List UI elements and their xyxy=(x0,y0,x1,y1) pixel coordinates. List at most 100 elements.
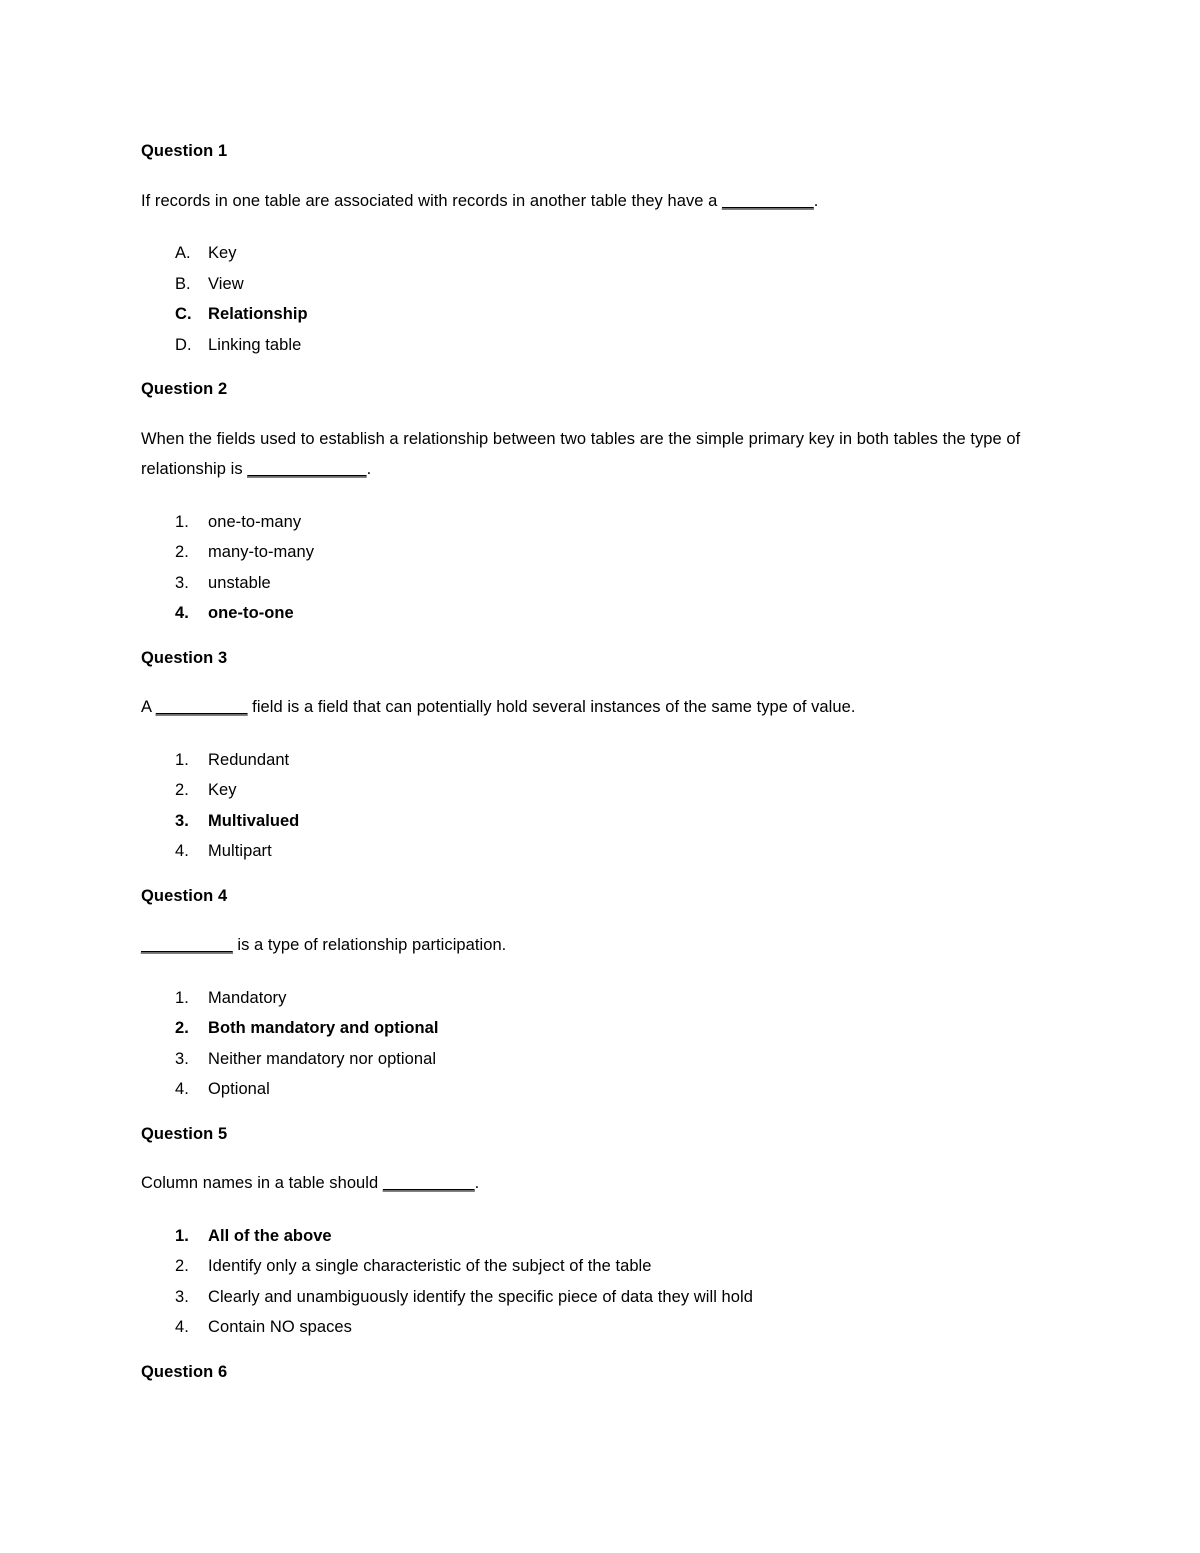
option-label: Linking table xyxy=(208,335,302,354)
question-stem: __________ is a type of relationship par… xyxy=(141,930,1051,961)
option-label: Key xyxy=(208,781,237,799)
option-marker: 2. xyxy=(175,1257,189,1275)
answer-option[interactable]: 2. many-to-many xyxy=(141,537,1051,568)
option-label: one-to-many xyxy=(208,512,302,531)
answer-options-list: 1. Mandatory 2. Both mandatory and optional… xyxy=(141,983,1051,1105)
answer-option[interactable]: 4. Contain NO spaces xyxy=(141,1312,1051,1343)
answer-option[interactable]: 1. one-to-many xyxy=(141,507,1051,538)
answer-blank: __________ xyxy=(155,698,248,716)
option-marker: 4. xyxy=(175,1080,189,1098)
option-marker: 1. xyxy=(175,750,189,769)
option-label: Mandatory xyxy=(208,988,287,1007)
answer-options-list: A. Key B. View C. Relationship D. Linking table xyxy=(141,238,1051,360)
option-label: Multipart xyxy=(208,842,272,860)
question-stem-text-after: . xyxy=(366,460,372,478)
option-marker: 1. xyxy=(175,512,189,531)
option-marker: 2. xyxy=(175,1019,189,1037)
question-stem-text-before: Column names in a table should xyxy=(141,1174,383,1192)
question-stem: Column names in a table should _________… xyxy=(141,1168,1051,1199)
question-stem: A __________ field is a field that can p… xyxy=(141,692,1051,723)
answer-option[interactable]: 2. Both mandatory and optional xyxy=(141,1013,1051,1044)
option-marker: C. xyxy=(175,305,192,323)
answer-blank: __________ xyxy=(721,191,814,210)
question-block: Question 6 xyxy=(141,1362,1051,1381)
document-page: Question 1 If records in one table are as… xyxy=(0,0,1200,1553)
answer-option[interactable]: 3. Neither mandatory nor optional xyxy=(141,1044,1051,1075)
option-label: Multivalued xyxy=(208,811,300,830)
option-label: View xyxy=(208,274,244,293)
answer-option[interactable]: 3. Clearly and unambiguously identify the… xyxy=(141,1282,1051,1313)
option-marker: D. xyxy=(175,335,192,354)
option-marker: 4. xyxy=(175,604,189,622)
question-stem-text-before: If records in one table are associated w… xyxy=(141,191,722,210)
answer-options-list: 1. Redundant 2. Key 3. Multivalued 4. Multipart xyxy=(141,745,1051,867)
question-stem-text-before: A xyxy=(141,698,156,716)
option-marker: 2. xyxy=(175,543,189,561)
answer-option[interactable]: 1. All of the above xyxy=(141,1221,1051,1252)
option-marker: 1. xyxy=(175,988,189,1007)
option-marker: 3. xyxy=(175,811,189,830)
question-block: Question 1 If records in one table are as… xyxy=(141,143,1051,360)
question-stem-text-after: . xyxy=(813,191,819,210)
answer-option[interactable]: 2. Key xyxy=(141,775,1051,806)
answer-option[interactable]: 4. one-to-one xyxy=(141,598,1051,629)
option-label: unstable xyxy=(208,573,271,592)
question-block: Question 5 Column names in a table should… xyxy=(141,1124,1051,1343)
question-block: Question 2 When the fields used to establ… xyxy=(141,381,1051,629)
answer-blank: __________ xyxy=(382,1174,475,1192)
answer-option[interactable]: 1. Mandatory xyxy=(141,983,1051,1014)
question-stem: When the fields used to establish a rela… xyxy=(141,424,1051,485)
option-label: Both mandatory and optional xyxy=(208,1019,439,1037)
answer-option[interactable]: 4. Optional xyxy=(141,1074,1051,1105)
answer-option[interactable]: B. View xyxy=(141,269,1051,300)
question-stem: If records in one table are associated w… xyxy=(141,186,1051,217)
answer-options-list: 1. one-to-many 2. many-to-many 3. unstable 4. o… xyxy=(141,507,1051,629)
question-block: Question 4 __________ is a type of relati… xyxy=(141,886,1051,1105)
option-marker: B. xyxy=(175,274,191,293)
question-heading: Question 4 xyxy=(141,886,228,905)
answer-option[interactable]: 3. unstable xyxy=(141,568,1051,599)
question-heading: Question 1 xyxy=(141,142,228,160)
option-label: Neither mandatory nor optional xyxy=(208,1049,437,1068)
option-marker: A. xyxy=(175,244,191,262)
option-marker: 1. xyxy=(175,1226,189,1245)
answer-option[interactable]: 4. Multipart xyxy=(141,836,1051,867)
answer-blank: _____________ xyxy=(247,460,367,478)
question-heading: Question 6 xyxy=(141,1362,228,1381)
answer-option[interactable]: 3. Multivalued xyxy=(141,806,1051,837)
option-marker: 2. xyxy=(175,781,189,799)
answer-option[interactable]: A. Key xyxy=(141,238,1051,269)
option-marker: 4. xyxy=(175,842,189,860)
option-marker: 3. xyxy=(175,573,189,592)
answer-option[interactable]: D. Linking table xyxy=(141,330,1051,361)
answer-blank: __________ xyxy=(141,936,233,954)
option-marker: 4. xyxy=(175,1318,189,1336)
document-body: Question 1 If records in one table are as… xyxy=(141,143,1051,1380)
option-label: Identify only a single characteristic of… xyxy=(208,1257,652,1275)
answer-option[interactable]: 1. Redundant xyxy=(141,745,1051,776)
question-stem-text-after: . xyxy=(474,1174,480,1192)
option-label: Relationship xyxy=(208,305,308,323)
answer-option[interactable]: 2. Identify only a single characteristic … xyxy=(141,1251,1051,1282)
question-block: Question 3 A __________ field is a field … xyxy=(141,649,1051,867)
option-label: Redundant xyxy=(208,750,290,769)
option-marker: 3. xyxy=(175,1287,189,1306)
option-label: Key xyxy=(208,244,237,262)
question-heading: Question 2 xyxy=(141,380,228,398)
option-label: many-to-many xyxy=(208,543,315,561)
option-label: Contain NO spaces xyxy=(208,1318,352,1336)
question-stem-text-after: is a type of relationship participation. xyxy=(232,936,507,954)
option-marker: 3. xyxy=(175,1049,189,1068)
option-label: Optional xyxy=(208,1080,270,1098)
option-label: Clearly and unambiguously identify the s… xyxy=(208,1287,753,1306)
answer-options-list: 1. All of the above 2. Identify only a sing… xyxy=(141,1221,1051,1343)
option-label: All of the above xyxy=(208,1226,332,1245)
question-heading: Question 5 xyxy=(141,1124,228,1143)
answer-option[interactable]: C. Relationship xyxy=(141,299,1051,330)
option-label: one-to-one xyxy=(208,604,294,622)
